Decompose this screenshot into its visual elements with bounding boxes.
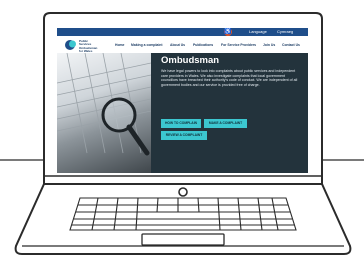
hero-description: We have legal powers to look into compla… <box>161 69 298 87</box>
language-link[interactable]: Language <box>249 29 267 35</box>
cymraeg-link[interactable]: Cymraeg <box>277 29 293 35</box>
review-a-complaint-button[interactable]: REVIEW A COMPLAINT <box>161 131 207 140</box>
accessibility-icon[interactable]: ♿ <box>224 28 232 36</box>
ombudsman-logo-icon[interactable] <box>65 39 77 51</box>
trackpad <box>141 233 225 246</box>
make-a-complaint-button[interactable]: MAKE A COMPLAINT <box>204 119 247 128</box>
nav-home[interactable]: Home <box>115 43 124 47</box>
logo-text: Public Services Ombudsman for Wales <box>79 39 98 53</box>
power-button-icon <box>178 187 188 197</box>
browser-screen: ♿ Language Cymraeg Public Services Ombud… <box>57 28 308 173</box>
nav-making-a-complaint[interactable]: Making a complaint <box>131 43 162 47</box>
how-to-complain-button[interactable]: HOW TO COMPLAIN <box>161 119 201 128</box>
utility-bar: ♿ Language Cymraeg <box>57 28 308 36</box>
laptop-keyboard-photo <box>57 53 151 156</box>
hero-title: Welcome to the Ombudsman <box>161 45 232 66</box>
hero-image <box>57 53 151 173</box>
